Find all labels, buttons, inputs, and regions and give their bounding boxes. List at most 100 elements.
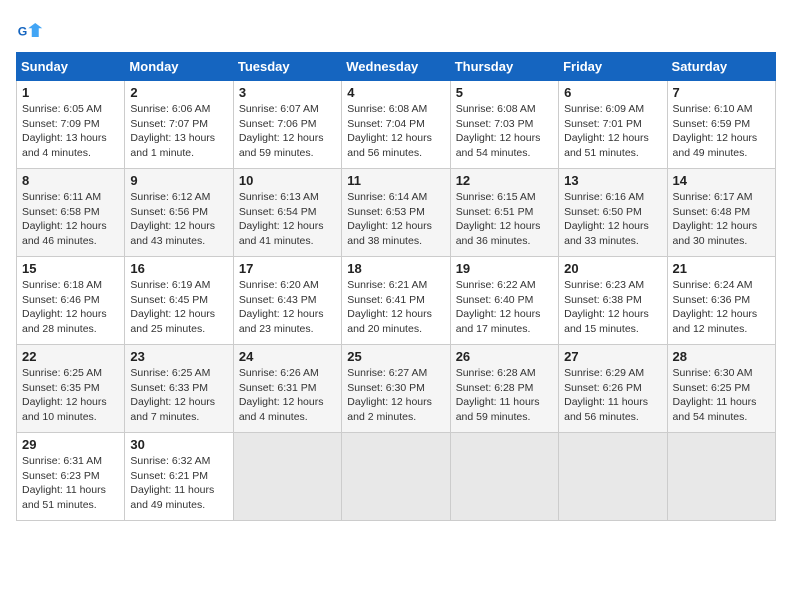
day-cell — [233, 433, 341, 521]
day-cell: 21 Sunrise: 6:24 AM Sunset: 6:36 PM Dayl… — [667, 257, 775, 345]
logo-icon: G — [16, 16, 44, 44]
day-number: 15 — [22, 261, 119, 276]
day-info: Sunrise: 6:16 AM Sunset: 6:50 PM Dayligh… — [564, 190, 661, 249]
day-cell: 4 Sunrise: 6:08 AM Sunset: 7:04 PM Dayli… — [342, 81, 450, 169]
day-info: Sunrise: 6:08 AM Sunset: 7:04 PM Dayligh… — [347, 102, 444, 161]
day-cell: 16 Sunrise: 6:19 AM Sunset: 6:45 PM Dayl… — [125, 257, 233, 345]
header-monday: Monday — [125, 53, 233, 81]
day-info: Sunrise: 6:13 AM Sunset: 6:54 PM Dayligh… — [239, 190, 336, 249]
day-number: 16 — [130, 261, 227, 276]
day-number: 27 — [564, 349, 661, 364]
day-number: 29 — [22, 437, 119, 452]
day-info: Sunrise: 6:14 AM Sunset: 6:53 PM Dayligh… — [347, 190, 444, 249]
day-number: 2 — [130, 85, 227, 100]
day-cell: 17 Sunrise: 6:20 AM Sunset: 6:43 PM Dayl… — [233, 257, 341, 345]
day-cell: 30 Sunrise: 6:32 AM Sunset: 6:21 PM Dayl… — [125, 433, 233, 521]
header-tuesday: Tuesday — [233, 53, 341, 81]
day-info: Sunrise: 6:12 AM Sunset: 6:56 PM Dayligh… — [130, 190, 227, 249]
day-info: Sunrise: 6:28 AM Sunset: 6:28 PM Dayligh… — [456, 366, 553, 425]
header-wednesday: Wednesday — [342, 53, 450, 81]
day-number: 14 — [673, 173, 770, 188]
day-number: 10 — [239, 173, 336, 188]
day-cell: 15 Sunrise: 6:18 AM Sunset: 6:46 PM Dayl… — [17, 257, 125, 345]
day-number: 1 — [22, 85, 119, 100]
logo: G — [16, 16, 48, 44]
week-row-2: 8 Sunrise: 6:11 AM Sunset: 6:58 PM Dayli… — [17, 169, 776, 257]
day-cell — [342, 433, 450, 521]
header-thursday: Thursday — [450, 53, 558, 81]
day-info: Sunrise: 6:06 AM Sunset: 7:07 PM Dayligh… — [130, 102, 227, 161]
day-cell: 27 Sunrise: 6:29 AM Sunset: 6:26 PM Dayl… — [559, 345, 667, 433]
calendar-table: SundayMondayTuesdayWednesdayThursdayFrid… — [16, 52, 776, 521]
day-cell: 10 Sunrise: 6:13 AM Sunset: 6:54 PM Dayl… — [233, 169, 341, 257]
day-cell: 23 Sunrise: 6:25 AM Sunset: 6:33 PM Dayl… — [125, 345, 233, 433]
page-header: G — [16, 16, 776, 44]
day-info: Sunrise: 6:30 AM Sunset: 6:25 PM Dayligh… — [673, 366, 770, 425]
day-cell: 1 Sunrise: 6:05 AM Sunset: 7:09 PM Dayli… — [17, 81, 125, 169]
day-cell: 29 Sunrise: 6:31 AM Sunset: 6:23 PM Dayl… — [17, 433, 125, 521]
day-cell: 22 Sunrise: 6:25 AM Sunset: 6:35 PM Dayl… — [17, 345, 125, 433]
day-info: Sunrise: 6:18 AM Sunset: 6:46 PM Dayligh… — [22, 278, 119, 337]
day-info: Sunrise: 6:27 AM Sunset: 6:30 PM Dayligh… — [347, 366, 444, 425]
week-row-3: 15 Sunrise: 6:18 AM Sunset: 6:46 PM Dayl… — [17, 257, 776, 345]
day-info: Sunrise: 6:26 AM Sunset: 6:31 PM Dayligh… — [239, 366, 336, 425]
day-cell: 18 Sunrise: 6:21 AM Sunset: 6:41 PM Dayl… — [342, 257, 450, 345]
day-info: Sunrise: 6:25 AM Sunset: 6:35 PM Dayligh… — [22, 366, 119, 425]
header-saturday: Saturday — [667, 53, 775, 81]
week-row-4: 22 Sunrise: 6:25 AM Sunset: 6:35 PM Dayl… — [17, 345, 776, 433]
day-cell: 26 Sunrise: 6:28 AM Sunset: 6:28 PM Dayl… — [450, 345, 558, 433]
day-number: 20 — [564, 261, 661, 276]
day-cell: 8 Sunrise: 6:11 AM Sunset: 6:58 PM Dayli… — [17, 169, 125, 257]
day-number: 9 — [130, 173, 227, 188]
day-number: 18 — [347, 261, 444, 276]
day-cell: 24 Sunrise: 6:26 AM Sunset: 6:31 PM Dayl… — [233, 345, 341, 433]
day-cell: 13 Sunrise: 6:16 AM Sunset: 6:50 PM Dayl… — [559, 169, 667, 257]
day-cell: 12 Sunrise: 6:15 AM Sunset: 6:51 PM Dayl… — [450, 169, 558, 257]
day-cell: 6 Sunrise: 6:09 AM Sunset: 7:01 PM Dayli… — [559, 81, 667, 169]
day-info: Sunrise: 6:07 AM Sunset: 7:06 PM Dayligh… — [239, 102, 336, 161]
day-number: 3 — [239, 85, 336, 100]
day-info: Sunrise: 6:21 AM Sunset: 6:41 PM Dayligh… — [347, 278, 444, 337]
day-cell: 20 Sunrise: 6:23 AM Sunset: 6:38 PM Dayl… — [559, 257, 667, 345]
day-number: 28 — [673, 349, 770, 364]
week-row-1: 1 Sunrise: 6:05 AM Sunset: 7:09 PM Dayli… — [17, 81, 776, 169]
day-number: 13 — [564, 173, 661, 188]
day-number: 6 — [564, 85, 661, 100]
day-info: Sunrise: 6:23 AM Sunset: 6:38 PM Dayligh… — [564, 278, 661, 337]
day-number: 5 — [456, 85, 553, 100]
day-number: 12 — [456, 173, 553, 188]
day-number: 24 — [239, 349, 336, 364]
header-sunday: Sunday — [17, 53, 125, 81]
day-cell: 2 Sunrise: 6:06 AM Sunset: 7:07 PM Dayli… — [125, 81, 233, 169]
day-cell — [559, 433, 667, 521]
header-row: SundayMondayTuesdayWednesdayThursdayFrid… — [17, 53, 776, 81]
day-cell: 25 Sunrise: 6:27 AM Sunset: 6:30 PM Dayl… — [342, 345, 450, 433]
day-number: 8 — [22, 173, 119, 188]
day-number: 22 — [22, 349, 119, 364]
day-info: Sunrise: 6:31 AM Sunset: 6:23 PM Dayligh… — [22, 454, 119, 513]
day-info: Sunrise: 6:32 AM Sunset: 6:21 PM Dayligh… — [130, 454, 227, 513]
day-info: Sunrise: 6:22 AM Sunset: 6:40 PM Dayligh… — [456, 278, 553, 337]
day-cell — [450, 433, 558, 521]
day-number: 30 — [130, 437, 227, 452]
day-cell: 11 Sunrise: 6:14 AM Sunset: 6:53 PM Dayl… — [342, 169, 450, 257]
svg-text:G: G — [18, 24, 28, 38]
day-cell: 28 Sunrise: 6:30 AM Sunset: 6:25 PM Dayl… — [667, 345, 775, 433]
day-info: Sunrise: 6:10 AM Sunset: 6:59 PM Dayligh… — [673, 102, 770, 161]
day-number: 19 — [456, 261, 553, 276]
day-info: Sunrise: 6:15 AM Sunset: 6:51 PM Dayligh… — [456, 190, 553, 249]
day-info: Sunrise: 6:29 AM Sunset: 6:26 PM Dayligh… — [564, 366, 661, 425]
header-friday: Friday — [559, 53, 667, 81]
day-info: Sunrise: 6:08 AM Sunset: 7:03 PM Dayligh… — [456, 102, 553, 161]
day-number: 21 — [673, 261, 770, 276]
day-cell: 9 Sunrise: 6:12 AM Sunset: 6:56 PM Dayli… — [125, 169, 233, 257]
day-info: Sunrise: 6:09 AM Sunset: 7:01 PM Dayligh… — [564, 102, 661, 161]
day-cell — [667, 433, 775, 521]
day-number: 11 — [347, 173, 444, 188]
day-number: 23 — [130, 349, 227, 364]
day-number: 17 — [239, 261, 336, 276]
day-cell: 7 Sunrise: 6:10 AM Sunset: 6:59 PM Dayli… — [667, 81, 775, 169]
day-number: 7 — [673, 85, 770, 100]
day-info: Sunrise: 6:24 AM Sunset: 6:36 PM Dayligh… — [673, 278, 770, 337]
day-cell: 14 Sunrise: 6:17 AM Sunset: 6:48 PM Dayl… — [667, 169, 775, 257]
